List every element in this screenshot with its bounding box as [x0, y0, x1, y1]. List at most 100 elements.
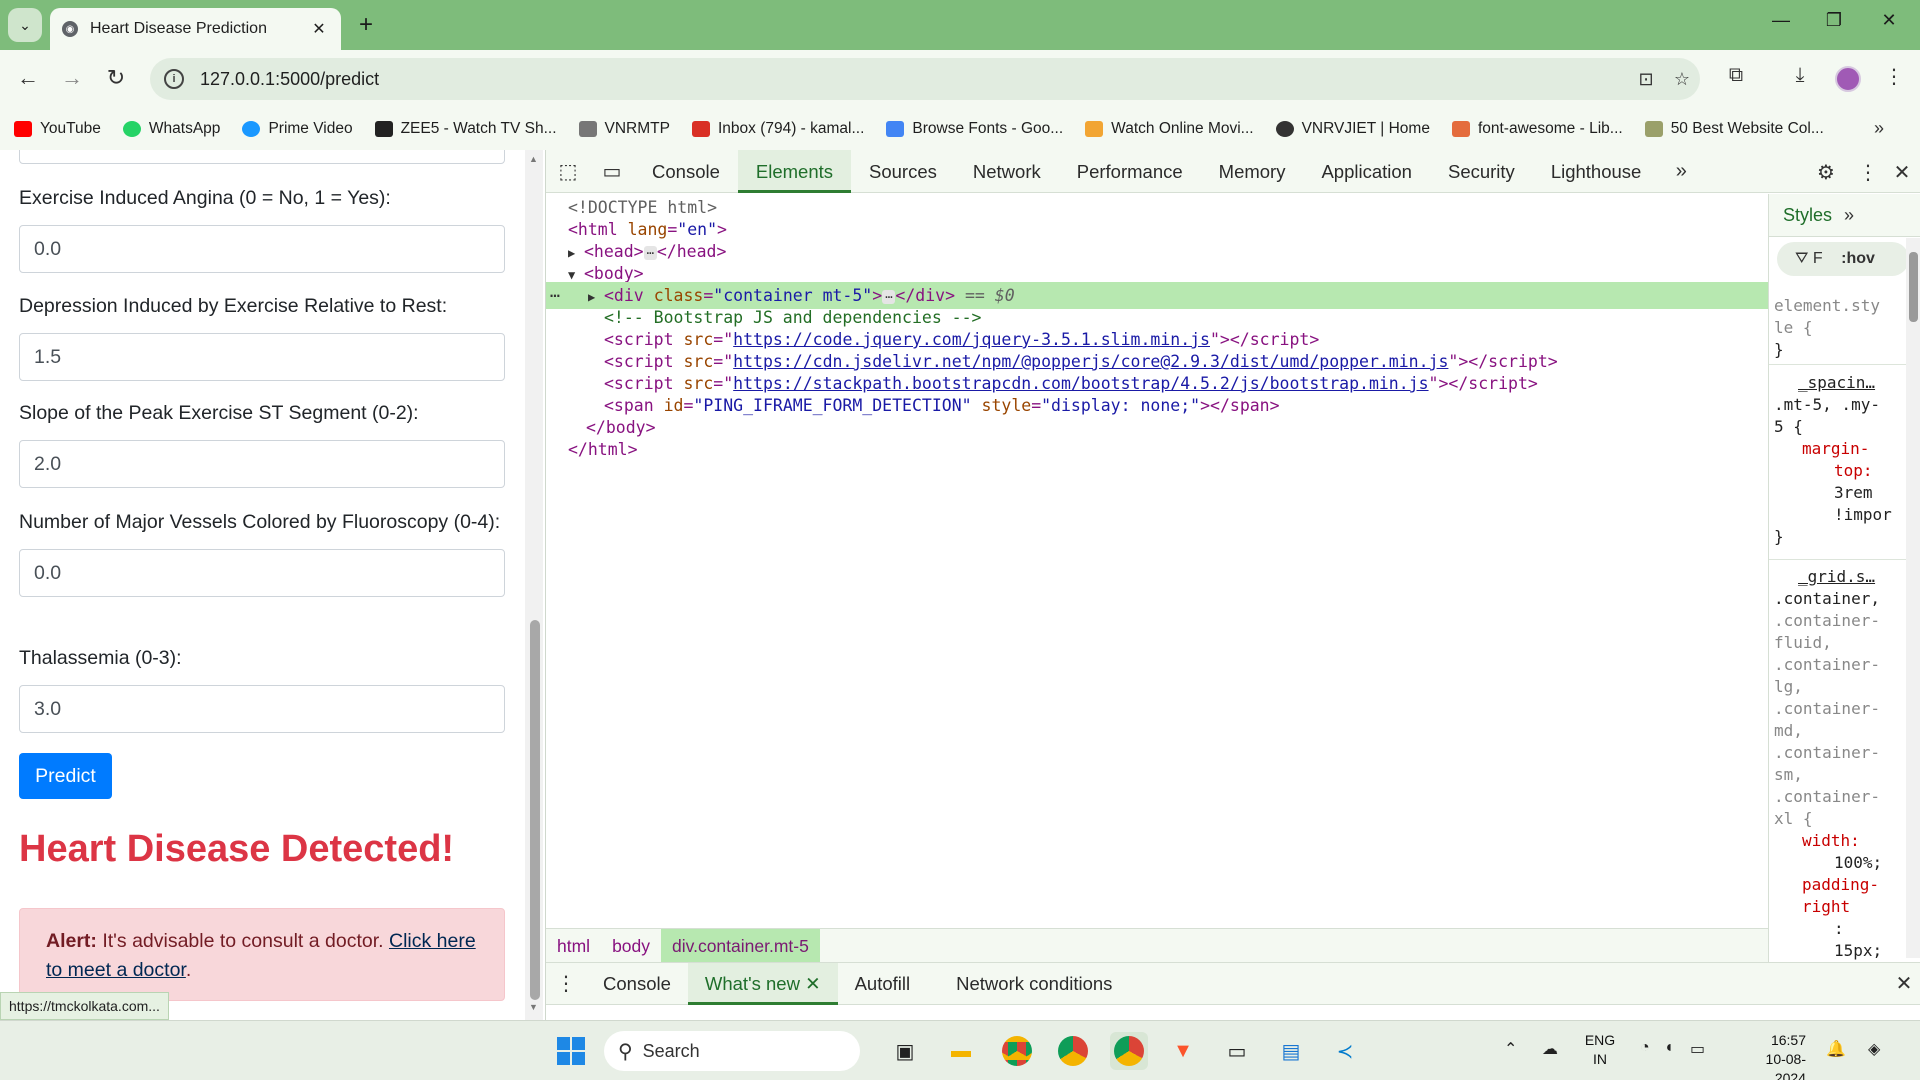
- new-tab-button[interactable]: +: [352, 12, 380, 40]
- tab-search-chevron-icon[interactable]: ⌄: [8, 8, 42, 42]
- terminal-icon[interactable]: ▭: [1218, 1032, 1256, 1070]
- devtools-close-icon[interactable]: ✕: [1884, 160, 1920, 185]
- tab-close-icon[interactable]: ✕: [309, 19, 329, 39]
- tray-chevron-up-icon[interactable]: ⌃: [1504, 1039, 1517, 1059]
- tab-elements[interactable]: Elements: [737, 149, 852, 193]
- screenshot-icon[interactable]: ⊡: [1628, 69, 1664, 90]
- browser-tab[interactable]: ◉ Heart Disease Prediction ✕: [50, 8, 341, 50]
- chrome-profile-icon[interactable]: [1054, 1032, 1092, 1070]
- download-icon[interactable]: ⤓: [1784, 64, 1816, 87]
- bookmark-item[interactable]: WhatsApp: [122, 120, 220, 138]
- bookmark-item[interactable]: Browse Fonts - Goo...: [886, 120, 1063, 138]
- exercise-angina-input[interactable]: 0.0: [19, 225, 505, 273]
- tab-lighthouse[interactable]: Lighthouse: [1533, 150, 1660, 193]
- st-depression-input[interactable]: 1.5: [19, 333, 505, 381]
- bookmark-item[interactable]: VNRVJIET | Home: [1275, 120, 1430, 138]
- language-indicator[interactable]: ENG IN: [1583, 1031, 1617, 1069]
- drawer-menu-icon[interactable]: ⋮: [546, 971, 586, 996]
- st-slope-input[interactable]: 2.0: [19, 440, 505, 488]
- wifi-icon[interactable]: ◔: [1640, 1039, 1650, 1057]
- collapsed-ellipsis-icon[interactable]: ⋯: [643, 246, 657, 260]
- back-arrow-icon[interactable]: ←: [12, 62, 44, 94]
- notepad-icon[interactable]: ▤: [1272, 1032, 1310, 1070]
- more-tabs-chevron-icon[interactable]: »: [1659, 160, 1703, 183]
- bookmark-item[interactable]: Prime Video: [242, 120, 353, 138]
- tab-console[interactable]: Console: [634, 150, 738, 193]
- breadcrumb-html[interactable]: html: [546, 929, 601, 963]
- hover-state-toggle[interactable]: :hov: [1841, 250, 1875, 267]
- bookmark-star-icon[interactable]: ☆: [1664, 69, 1700, 90]
- notification-bell-icon[interactable]: 🔔: [1826, 1039, 1846, 1059]
- thalassemia-input[interactable]: 3.0: [19, 685, 505, 733]
- windows-start-icon[interactable]: [552, 1032, 590, 1070]
- brave-icon[interactable]: ▼: [1164, 1032, 1202, 1070]
- site-info-icon[interactable]: i: [164, 69, 184, 89]
- drawer-tab-whats-new[interactable]: What's new ✕: [687, 962, 838, 1005]
- predict-button[interactable]: Predict: [19, 753, 112, 799]
- tab-network[interactable]: Network: [955, 150, 1059, 193]
- devtools-settings-gear-icon[interactable]: ⚙: [1808, 160, 1844, 185]
- copilot-icon[interactable]: ◈: [1868, 1039, 1880, 1059]
- styles-scroll-thumb[interactable]: [1909, 252, 1918, 322]
- minimize-button[interactable]: —: [1758, 10, 1804, 31]
- script-link[interactable]: https://stackpath.bootstrapcdn.com/boots…: [733, 374, 1428, 393]
- taskbar-search[interactable]: ⚲ Search: [604, 1031, 860, 1071]
- inspect-element-icon[interactable]: ⬚: [546, 159, 590, 184]
- styles-filter[interactable]: ⛛ F :hov: [1777, 242, 1909, 276]
- reload-icon[interactable]: ↻: [100, 62, 132, 94]
- devtools-menu-icon[interactable]: ⋮: [1850, 160, 1886, 185]
- drawer-tab-console[interactable]: Console: [586, 963, 688, 1005]
- bookmark-item[interactable]: VNRMTP: [578, 120, 670, 138]
- tab-performance[interactable]: Performance: [1059, 150, 1201, 193]
- address-bar[interactable]: i 127.0.0.1:5000/predict ⊡ ☆: [150, 58, 1700, 100]
- bookmark-item[interactable]: font-awesome - Lib...: [1451, 120, 1623, 138]
- chrome-icon[interactable]: [998, 1032, 1036, 1070]
- script-link[interactable]: https://code.jquery.com/jquery-3.5.1.sli…: [733, 330, 1210, 349]
- bookmark-item[interactable]: Watch Online Movi...: [1085, 120, 1254, 138]
- browser-menu-icon[interactable]: ⋮: [1878, 64, 1910, 89]
- styles-scrollbar[interactable]: [1906, 238, 1920, 958]
- restore-button[interactable]: ❐: [1811, 10, 1857, 31]
- more-bookmarks-chevron-icon[interactable]: »: [1874, 118, 1884, 139]
- task-view-icon[interactable]: ▣: [886, 1032, 924, 1070]
- drawer-tab-autofill[interactable]: Autofill: [838, 963, 928, 1005]
- tab-security[interactable]: Security: [1430, 150, 1533, 193]
- breadcrumb-body[interactable]: body: [601, 929, 661, 963]
- url-text[interactable]: 127.0.0.1:5000/predict: [200, 69, 1628, 90]
- more-panes-chevron-icon[interactable]: »: [1844, 205, 1854, 225]
- device-toolbar-icon[interactable]: ▭: [590, 159, 634, 184]
- bookmark-item[interactable]: ZEE5 - Watch TV Sh...: [374, 120, 557, 138]
- source-link[interactable]: _spacin…: [1774, 372, 1914, 394]
- bookmark-item[interactable]: Inbox (794) - kamal...: [691, 120, 864, 138]
- battery-icon[interactable]: ▭: [1690, 1039, 1705, 1059]
- volume-icon[interactable]: ◖: [1664, 1039, 1674, 1057]
- tab-application[interactable]: Application: [1303, 150, 1430, 193]
- dom-line[interactable]: </html>: [546, 436, 1768, 463]
- onedrive-cloud-icon[interactable]: ☁: [1542, 1039, 1558, 1059]
- bookmark-item[interactable]: 50 Best Website Col...: [1644, 120, 1824, 138]
- chrome-active-icon[interactable]: [1110, 1032, 1148, 1070]
- bookmark-item[interactable]: YouTube: [14, 120, 101, 138]
- previous-input-field[interactable]: [19, 150, 505, 164]
- source-link[interactable]: _grid.s…: [1774, 566, 1914, 588]
- vscode-icon[interactable]: ≺: [1326, 1032, 1364, 1070]
- tab-sources[interactable]: Sources: [851, 150, 955, 193]
- scroll-down-arrow-icon[interactable]: ▼: [529, 1002, 538, 1012]
- extensions-icon[interactable]: ⧉: [1720, 64, 1752, 87]
- major-vessels-input[interactable]: 0.0: [19, 549, 505, 597]
- drawer-close-icon[interactable]: ✕: [1886, 971, 1920, 996]
- forward-arrow-icon[interactable]: →: [56, 62, 88, 94]
- close-window-button[interactable]: ✕: [1866, 10, 1912, 31]
- tab-memory[interactable]: Memory: [1201, 150, 1304, 193]
- profile-avatar[interactable]: [1835, 66, 1861, 92]
- scroll-up-arrow-icon[interactable]: ▲: [529, 154, 538, 164]
- file-explorer-icon[interactable]: ▬: [942, 1032, 980, 1070]
- breadcrumb-div-container[interactable]: div.container.mt-5: [661, 928, 820, 963]
- system-clock[interactable]: 16:57 10-08-2024: [1736, 1031, 1806, 1080]
- script-link[interactable]: https://cdn.jsdelivr.net/npm/@popperjs/c…: [733, 352, 1448, 371]
- page-scroll-thumb[interactable]: [530, 620, 540, 1000]
- page-scrollbar[interactable]: ▲ ▼: [525, 150, 543, 1020]
- close-tab-icon[interactable]: ✕: [805, 973, 821, 994]
- collapsed-ellipsis-icon[interactable]: ⋯: [882, 290, 896, 304]
- styles-tab[interactable]: Styles: [1783, 205, 1832, 225]
